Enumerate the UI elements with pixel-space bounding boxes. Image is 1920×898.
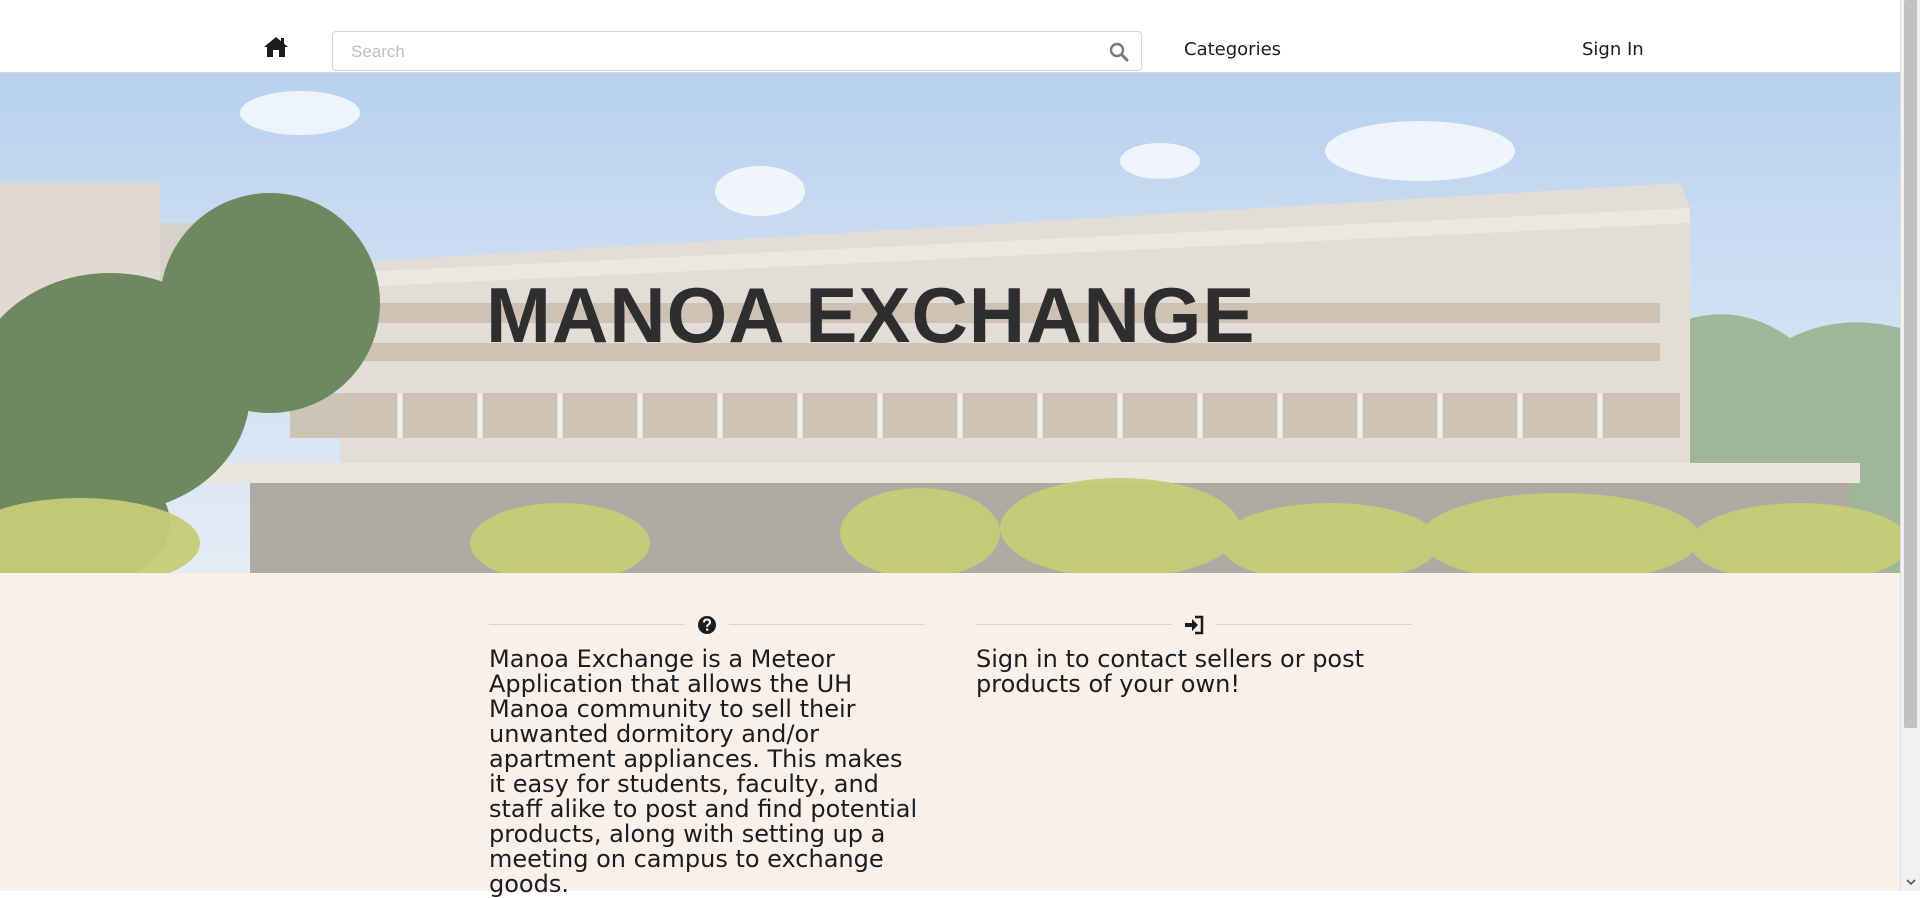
sign-in-icon <box>1185 615 1204 635</box>
info-section: Manoa Exchange is a Meteor Application t… <box>0 573 1900 897</box>
scrollbar-thumb[interactable] <box>1904 0 1917 728</box>
scroll-down-arrow-icon[interactable] <box>1905 876 1917 888</box>
divider-line <box>976 624 1172 625</box>
hero-title: MANOA EXCHANGE <box>486 271 1256 359</box>
search-button[interactable] <box>1109 42 1129 62</box>
page-scrollbar[interactable] <box>1900 0 1920 891</box>
hero-banner: MANOA EXCHANGE <box>0 73 1900 573</box>
search-input[interactable] <box>349 32 1093 72</box>
signin-info-column: Sign in to contact sellers or post produ… <box>976 613 1412 697</box>
about-column: Manoa Exchange is a Meteor Application t… <box>489 613 925 897</box>
signin-info-text: Sign in to contact sellers or post produ… <box>976 645 1365 698</box>
divider-line <box>1216 624 1412 625</box>
home-icon <box>264 37 288 57</box>
search-icon <box>1109 42 1129 62</box>
sign-in-link[interactable]: Sign In <box>1582 38 1644 62</box>
question-circle-icon <box>698 616 716 634</box>
divider-line <box>729 624 925 625</box>
signin-divider <box>976 613 1412 637</box>
categories-menu[interactable]: Categories <box>1184 38 1281 62</box>
about-divider <box>489 613 925 637</box>
top-navbar: Categories Sign In <box>0 5 1900 73</box>
search-box <box>332 31 1142 72</box>
home-link[interactable] <box>263 35 289 59</box>
divider-line <box>489 624 685 625</box>
about-text: Manoa Exchange is a Meteor Application t… <box>489 645 918 898</box>
